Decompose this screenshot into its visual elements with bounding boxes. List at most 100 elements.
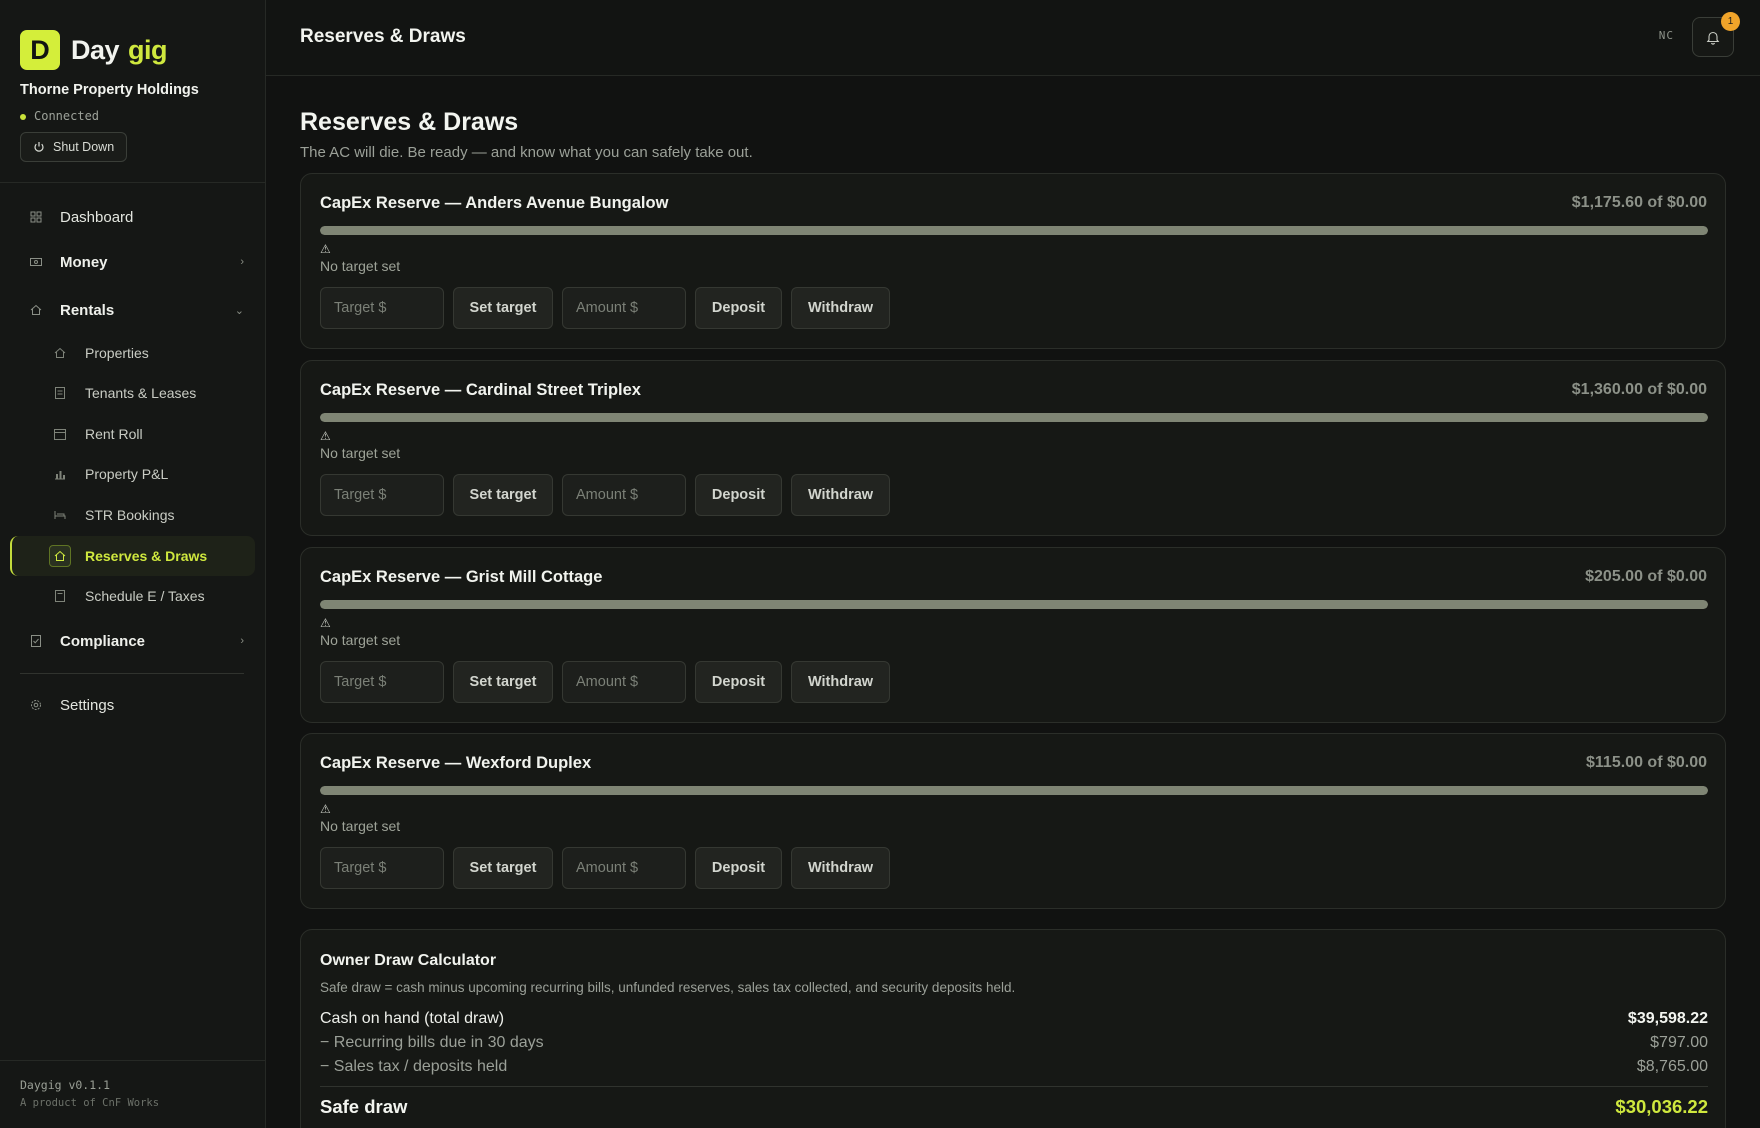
reserve-actions: Set target Deposit Withdraw [320,287,890,329]
recurring-bills-value: $797.00 [1650,1034,1708,1051]
divider [0,182,265,183]
sidebar-item-tenants-leases[interactable]: Tenants & Leases [10,373,255,413]
reserve-amount: $1,360.00 of $0.00 [1571,381,1707,398]
reserve-progress-fill [320,786,1708,795]
page-title: Reserves & Draws [300,108,519,136]
amount-input[interactable] [562,847,686,889]
target-input[interactable] [320,661,444,703]
reserve-actions: Set target Deposit Withdraw [320,474,890,516]
target-input[interactable] [320,474,444,516]
reserve-name: CapEx Reserve — Wexford Duplex [320,754,592,772]
reserve-progress-bar [320,226,1708,235]
reserve-progress-fill [320,600,1708,609]
nav-rentals[interactable]: Rentals ⌄ [20,293,250,327]
calculator-title: Owner Draw Calculator [320,952,497,969]
divider [320,1086,1708,1087]
warning-icon: ⚠ [320,616,331,630]
amount-input[interactable] [562,661,686,703]
sidebar-item-label: Properties [85,345,149,361]
sidebar-item-schedule-e-taxes[interactable]: Schedule E / Taxes [10,576,255,616]
sidebar-item-rent-roll[interactable]: Rent Roll [10,414,255,454]
gear-icon [29,698,43,712]
sidebar-item-label: Rent Roll [85,426,143,442]
safe-draw-row: Safe draw $30,036.22 [320,1096,1708,1118]
sidebar-item-label: Tenants & Leases [85,385,197,401]
reserve-progress-bar [320,413,1708,422]
user-initials[interactable]: NC [1659,29,1674,42]
deposit-button[interactable]: Deposit [695,474,782,516]
brand-name-part1: Day [71,34,120,65]
sidebar-item-reserves-draws[interactable]: Reserves & Draws [10,536,255,576]
connection-status: Connected [20,109,99,123]
app-version: Daygig v0.1.1 [20,1078,111,1092]
recurring-bills-row: − Recurring bills due in 30 days $797.00 [320,1034,1708,1052]
reserve-progress-fill [320,413,1708,422]
nav-compliance-label: Compliance [60,632,146,650]
piggy-bank-icon [49,545,71,567]
reserve-name: CapEx Reserve — Grist Mill Cottage [320,568,603,586]
cash-on-hand-row: Cash on hand (total draw) $39,598.22 [320,1010,1708,1028]
sidebar-item-properties[interactable]: Properties [10,333,255,373]
brand-name: Day gig [71,34,168,66]
nav-settings[interactable]: Settings [20,688,250,722]
top-bar: Reserves & Draws NC 1 [266,0,1760,76]
reserve-name: CapEx Reserve — Cardinal Street Triplex [320,381,641,399]
reserve-status: No target set [320,632,401,648]
set-target-button[interactable]: Set target [453,847,553,889]
owner-draw-calculator: Owner Draw Calculator Safe draw = cash m… [300,929,1726,1128]
sales-tax-value: $8,765.00 [1636,1058,1708,1075]
sidebar-item-property-pl[interactable]: Property P&L [10,454,255,494]
chevron-down-icon: ⌄ [234,304,244,317]
nav-dashboard-label: Dashboard [60,208,134,226]
brand[interactable]: D Day gig [20,30,168,70]
reserve-name: CapEx Reserve — Anders Avenue Bungalow [320,194,669,212]
reserve-card: CapEx Reserve — Anders Avenue Bungalow $… [300,173,1726,349]
chevron-right-icon: › [240,635,244,647]
sales-tax-label: − Sales tax / deposits held [320,1058,508,1075]
sales-tax-row: − Sales tax / deposits held $8,765.00 [320,1058,1708,1076]
calendar-icon [49,423,71,445]
chart-icon [49,463,71,485]
dashboard-icon [29,210,43,224]
set-target-button[interactable]: Set target [453,661,553,703]
reserve-card: CapEx Reserve — Grist Mill Cottage $205.… [300,547,1726,723]
safe-draw-value: $30,036.22 [1615,1096,1708,1117]
target-input[interactable] [320,287,444,329]
status-dot-icon [20,114,26,120]
sidebar-item-label: Property P&L [85,466,169,482]
withdraw-button[interactable]: Withdraw [791,474,890,516]
sidebar: D Day gig Thorne Property Holdings Connec… [0,0,266,1128]
checklist-icon [29,634,43,648]
reserve-progress-bar [320,600,1708,609]
bell-icon [1706,31,1720,45]
nav-dashboard[interactable]: Dashboard [20,200,250,234]
amount-input[interactable] [562,287,686,329]
reserve-actions: Set target Deposit Withdraw [320,661,890,703]
withdraw-button[interactable]: Withdraw [791,287,890,329]
deposit-button[interactable]: Deposit [695,661,782,703]
deposit-button[interactable]: Deposit [695,847,782,889]
withdraw-button[interactable]: Withdraw [791,661,890,703]
target-input[interactable] [320,847,444,889]
sidebar-item-str-bookings[interactable]: STR Bookings [10,495,255,535]
reserve-status: No target set [320,818,401,834]
amount-input[interactable] [562,474,686,516]
reserve-actions: Set target Deposit Withdraw [320,847,890,889]
reserve-progress-fill [320,226,1708,235]
reserve-card: CapEx Reserve — Cardinal Street Triplex … [300,360,1726,536]
set-target-button[interactable]: Set target [453,287,553,329]
nav-compliance[interactable]: Compliance › [20,624,250,658]
document-icon [49,382,71,404]
home-icon [49,342,71,364]
divider [0,1060,265,1061]
set-target-button[interactable]: Set target [453,474,553,516]
nav-settings-label: Settings [60,696,115,714]
org-name: Thorne Property Holdings [20,82,199,98]
deposit-button[interactable]: Deposit [695,287,782,329]
withdraw-button[interactable]: Withdraw [791,847,890,889]
power-icon [34,142,44,152]
sidebar-item-label: STR Bookings [85,507,175,523]
form-icon [49,585,71,607]
shutdown-button[interactable]: Shut Down [20,132,127,162]
nav-money[interactable]: Money › [20,245,250,279]
